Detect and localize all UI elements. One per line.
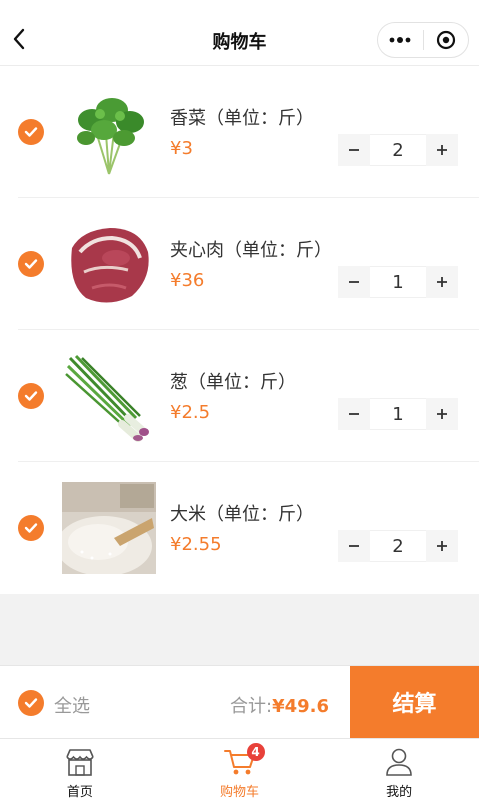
cart-item: 葱（单位：斤） ¥2.5 1: [0, 330, 479, 462]
cilantro-image: [77, 98, 144, 175]
pork-image: [71, 228, 149, 303]
decrease-button[interactable]: [338, 398, 370, 430]
navigation-bar: 购物车: [0, 0, 479, 66]
total-label: 合计:: [229, 696, 273, 717]
minus-icon: [349, 413, 359, 415]
plus-icon: [437, 145, 447, 155]
quantity-value[interactable]: 2: [370, 134, 426, 166]
item-image-rice[interactable]: [62, 482, 156, 574]
tab-label: 购物车: [220, 785, 260, 800]
increase-button[interactable]: [426, 398, 458, 430]
total-price: 合计:¥49.6: [230, 692, 329, 718]
tab-home[interactable]: 首页: [0, 739, 160, 801]
quantity-value[interactable]: 2: [370, 530, 426, 562]
tab-label: 我的: [386, 785, 413, 800]
tab-label: 首页: [66, 785, 93, 800]
minus-icon: [349, 545, 359, 547]
check-icon: [24, 259, 38, 269]
quantity-stepper: 2: [338, 530, 458, 562]
user-icon: [382, 745, 416, 779]
item-checkbox[interactable]: [18, 515, 44, 541]
quantity-value[interactable]: 1: [370, 398, 426, 430]
cart-item: 香菜（单位：斤） ¥3 2: [0, 66, 479, 198]
increase-button[interactable]: [426, 134, 458, 166]
quantity-stepper: 2: [338, 134, 458, 166]
target-icon: [436, 30, 455, 50]
tab-profile[interactable]: 我的: [319, 739, 479, 801]
item-checkbox[interactable]: [18, 383, 44, 409]
quantity-stepper: 1: [338, 398, 458, 430]
close-program-button[interactable]: [423, 23, 468, 57]
check-icon: [24, 698, 38, 708]
item-price: ¥2.5: [170, 402, 211, 423]
cart-list: 香菜（单位：斤） ¥3 2 夹心肉（单位：斤） ¥36 1 葱（单位：斤） ¥2…: [0, 66, 479, 594]
item-price: ¥3: [170, 138, 193, 159]
scallion-image: [65, 354, 149, 442]
check-icon: [24, 523, 38, 533]
minus-icon: [349, 281, 359, 283]
decrease-button[interactable]: [338, 530, 370, 562]
item-name: 夹心肉（单位：斤）: [170, 240, 332, 261]
item-checkbox[interactable]: [18, 119, 44, 145]
check-icon: [24, 391, 38, 401]
tab-bar: 首页 4 购物车 我的: [0, 738, 479, 801]
item-name: 葱（单位：斤）: [170, 372, 296, 393]
select-all-label[interactable]: 全选: [54, 692, 90, 718]
item-name: 大米（单位：斤）: [170, 504, 314, 525]
increase-button[interactable]: [426, 530, 458, 562]
select-all-checkbox[interactable]: [18, 690, 44, 716]
plus-icon: [437, 541, 447, 551]
item-image-pork[interactable]: [62, 218, 156, 310]
item-name: 香菜（单位：斤）: [170, 108, 314, 129]
decrease-button[interactable]: [338, 266, 370, 298]
increase-button[interactable]: [426, 266, 458, 298]
item-image-scallion[interactable]: [62, 350, 156, 442]
decrease-button[interactable]: [338, 134, 370, 166]
total-amount: ¥49.6: [272, 696, 329, 717]
item-price: ¥36: [170, 270, 205, 291]
quantity-stepper: 1: [338, 266, 458, 298]
rice-image: [62, 482, 156, 574]
item-price: ¥2.55: [170, 534, 222, 555]
item-checkbox[interactable]: [18, 251, 44, 277]
more-button[interactable]: [378, 23, 423, 57]
cart-icon: 4: [223, 743, 265, 779]
store-icon: [63, 745, 97, 779]
checkout-bar: 全选 合计:¥49.6 结算: [0, 665, 479, 738]
cart-item: 夹心肉（单位：斤） ¥36 1: [0, 198, 479, 330]
mini-program-capsule: [377, 22, 469, 58]
item-image-cilantro[interactable]: [62, 86, 156, 178]
plus-icon: [437, 409, 447, 419]
minus-icon: [349, 149, 359, 151]
checkout-button[interactable]: 结算: [350, 666, 479, 738]
check-icon: [24, 127, 38, 137]
cart-count-badge: 4: [246, 743, 265, 761]
plus-icon: [437, 277, 447, 287]
tab-cart[interactable]: 4 购物车: [160, 739, 320, 801]
quantity-value[interactable]: 1: [370, 266, 426, 298]
cart-item: 大米（单位：斤） ¥2.55 2: [0, 462, 479, 594]
more-dots-icon: [389, 37, 411, 43]
